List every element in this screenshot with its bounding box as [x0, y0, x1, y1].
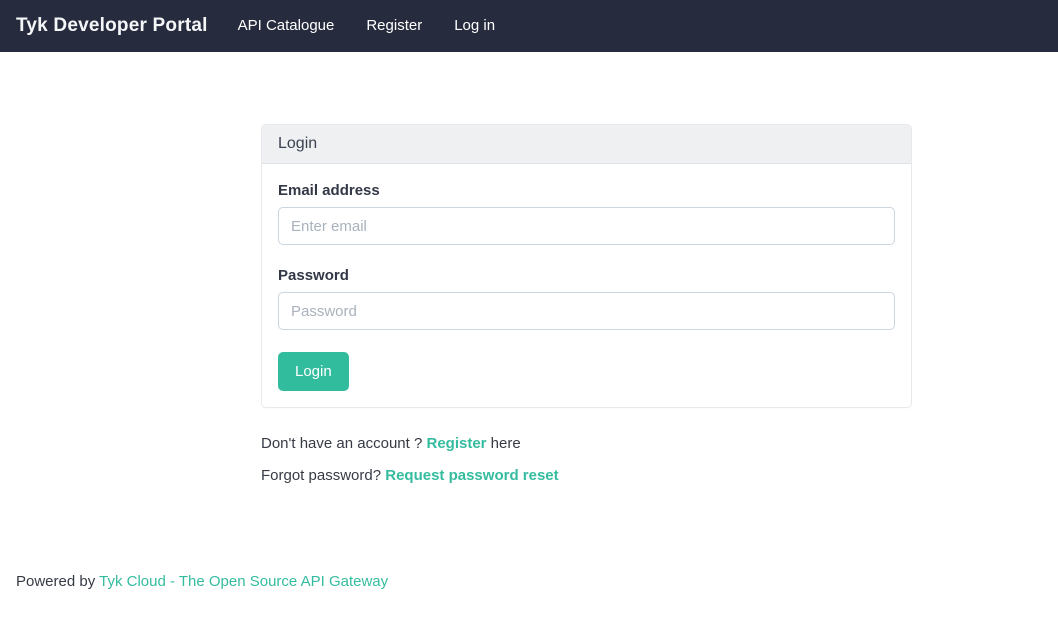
nav-item-register[interactable]: Register [350, 2, 438, 49]
top-navbar: Tyk Developer Portal API Catalogue Regis… [0, 0, 1058, 52]
login-card-title: Login [262, 125, 911, 164]
password-label: Password [278, 267, 895, 284]
request-password-reset-link[interactable]: Request password reset [385, 467, 558, 484]
tyk-cloud-link[interactable]: Tyk Cloud - The Open Source API Gateway [99, 573, 388, 590]
login-button[interactable]: Login [278, 352, 349, 391]
email-label: Email address [278, 182, 895, 199]
login-card: Login Email address Password Login [261, 124, 912, 408]
password-field[interactable] [278, 292, 895, 330]
email-field[interactable] [278, 207, 895, 245]
nav-item-login[interactable]: Log in [438, 2, 511, 49]
register-line: Don't have an account ? Register here [261, 434, 912, 453]
forgot-password-prefix: Forgot password? [261, 467, 385, 484]
nav-item-api-catalogue[interactable]: API Catalogue [222, 2, 351, 49]
register-line-prefix: Don't have an account ? [261, 435, 426, 452]
footer-prefix: Powered by [16, 573, 99, 590]
brand-title[interactable]: Tyk Developer Portal [16, 15, 208, 37]
main-content: Login Email address Password Login Don't… [261, 52, 912, 485]
register-line-suffix: here [487, 435, 521, 452]
register-link[interactable]: Register [426, 435, 486, 452]
email-form-group: Email address [278, 182, 895, 245]
footer: Powered by Tyk Cloud - The Open Source A… [0, 573, 1058, 590]
login-form: Email address Password Login [262, 164, 911, 407]
navbar-menu: API Catalogue Register Log in [222, 17, 511, 35]
forgot-password-line: Forgot password? Request password reset [261, 466, 912, 485]
helper-links: Don't have an account ? Register here Fo… [261, 434, 912, 485]
password-form-group: Password [278, 267, 895, 330]
